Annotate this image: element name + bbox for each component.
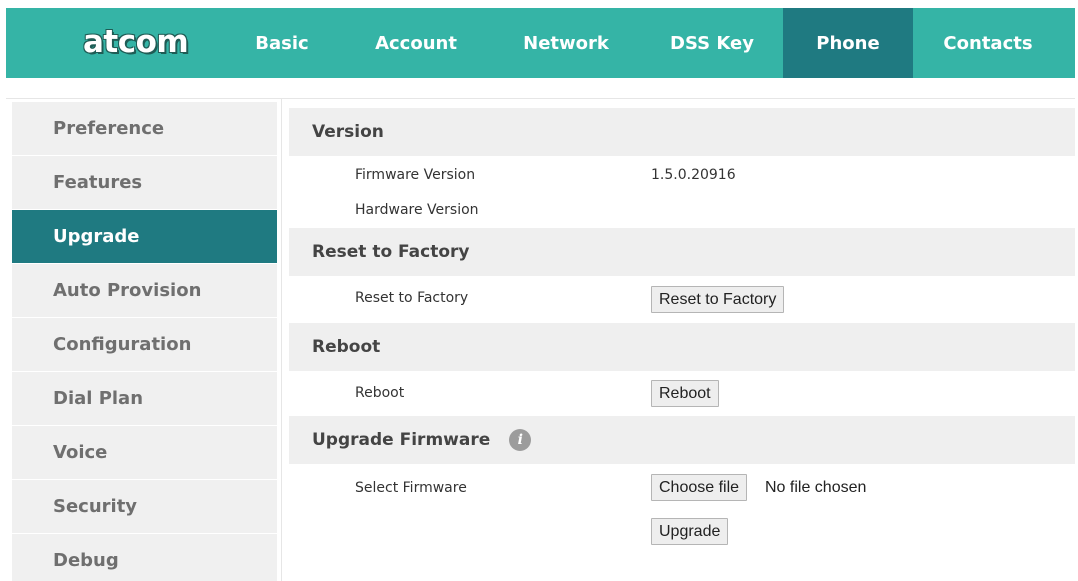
choose-file-button[interactable]: Choose file bbox=[651, 474, 748, 501]
section-reset: Reset to Factory bbox=[289, 228, 1075, 276]
sidebar-item-configuration[interactable]: Configuration bbox=[12, 318, 277, 371]
firmware-version-label: Firmware Version bbox=[355, 167, 476, 183]
sidebar-item-voice[interactable]: Voice bbox=[12, 426, 277, 479]
firmware-version-value: 1.5.0.20916 bbox=[651, 167, 736, 183]
top-nav-bar: atcom Basic Account Network DSS Key Phon… bbox=[6, 8, 1075, 78]
section-title-upgrade: Upgrade Firmware bbox=[312, 430, 491, 450]
logo-text: atcom bbox=[83, 24, 189, 60]
select-firmware-label: Select Firmware bbox=[355, 480, 467, 496]
sidebar: Preference Features Upgrade Auto Provisi… bbox=[12, 102, 277, 581]
sidebar-item-auto-provision[interactable]: Auto Provision bbox=[12, 264, 277, 317]
sidebar-item-dial-plan[interactable]: Dial Plan bbox=[12, 372, 277, 425]
tab-contacts[interactable]: Contacts bbox=[928, 8, 1048, 78]
section-title-reboot: Reboot bbox=[312, 337, 381, 357]
tab-basic[interactable]: Basic bbox=[244, 8, 320, 78]
reset-to-factory-button[interactable]: Reset to Factory bbox=[651, 286, 785, 313]
sidebar-item-debug[interactable]: Debug bbox=[12, 534, 277, 581]
reboot-button[interactable]: Reboot bbox=[651, 380, 719, 407]
section-reboot: Reboot bbox=[289, 323, 1075, 371]
tab-account[interactable]: Account bbox=[358, 8, 474, 78]
tab-phone[interactable]: Phone bbox=[783, 8, 913, 78]
atcom-logo[interactable]: atcom bbox=[83, 14, 189, 70]
sidebar-item-security[interactable]: Security bbox=[12, 480, 277, 533]
tab-dss-key[interactable]: DSS Key bbox=[657, 8, 767, 78]
section-version: Version bbox=[289, 108, 1075, 156]
hardware-version-label: Hardware Version bbox=[355, 202, 479, 218]
section-upgrade-firmware: Upgrade Firmware i bbox=[289, 416, 1075, 464]
header-divider bbox=[6, 98, 1075, 99]
sidebar-item-upgrade[interactable]: Upgrade bbox=[12, 210, 277, 263]
section-title-version: Version bbox=[312, 122, 384, 142]
upgrade-button[interactable]: Upgrade bbox=[651, 518, 729, 545]
sidebar-item-features[interactable]: Features bbox=[12, 156, 277, 209]
tab-network[interactable]: Network bbox=[506, 8, 626, 78]
sidebar-divider bbox=[281, 98, 282, 581]
info-icon[interactable]: i bbox=[509, 429, 532, 451]
sidebar-item-preference[interactable]: Preference bbox=[12, 102, 277, 155]
file-status-text: No file chosen bbox=[765, 479, 867, 496]
reboot-label: Reboot bbox=[355, 385, 405, 401]
reset-label: Reset to Factory bbox=[355, 290, 469, 306]
section-title-reset: Reset to Factory bbox=[312, 242, 470, 262]
